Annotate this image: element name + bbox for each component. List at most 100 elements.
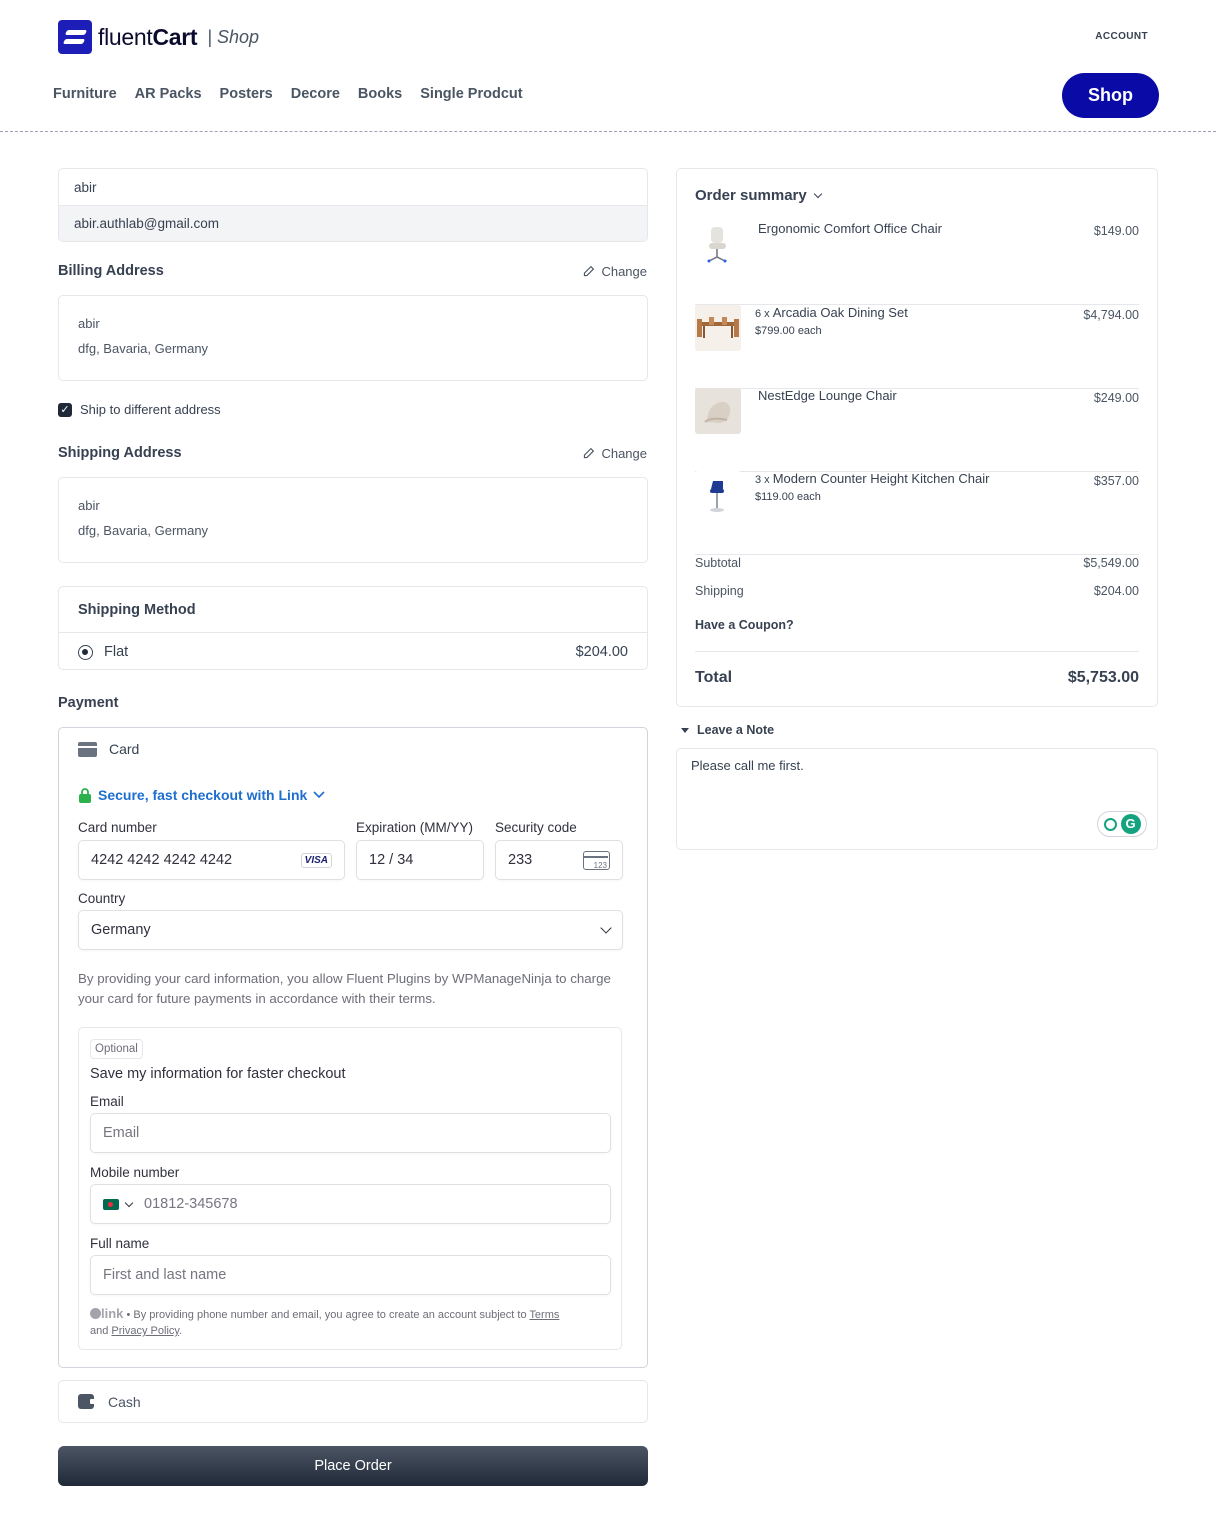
subtotal-row: Subtotal $5,549.00 [695,556,1139,570]
billing-name: abir [78,316,100,331]
card-terms-text: By providing your card information, you … [78,971,611,1006]
country-label: Country [78,891,126,906]
nav-item-single-product[interactable]: Single Prodcut [420,86,522,102]
cash-option[interactable]: Cash [58,1380,648,1423]
billing-change-label: Change [601,264,647,279]
brand-suffix: | Shop [207,26,259,47]
link-brand-label: link [101,1306,124,1321]
shipping-option-price: $204.00 [575,644,628,660]
shipping-change-button[interactable]: Change [582,446,647,461]
card-number-input[interactable]: 4242 4242 4242 4242 VISA [78,840,345,880]
bangladesh-flag-icon[interactable] [103,1198,119,1210]
legal-sentence: • By providing phone number and email, y… [123,1309,530,1321]
shipping-value: $204.00 [1093,584,1139,598]
name-field[interactable]: abir [59,169,647,206]
cvc-value: 233 [508,852,533,868]
item-title: NestEdge Lounge Chair [758,388,897,403]
shipping-address-card[interactable]: abir dfg, Bavaria, Germany [58,477,648,563]
coupon-toggle[interactable]: Have a Coupon? [695,618,794,632]
card-option[interactable]: Card [78,741,139,757]
order-item: 6 x Arcadia Oak Dining Set $799.00 each $… [695,305,1139,389]
country-value: Germany [91,922,151,938]
leave-note-toggle[interactable]: Leave a Note [681,723,774,737]
cvc-label: Security code [495,820,577,835]
total-label: Total [695,669,733,686]
ship-different-checkbox[interactable]: ✓ [58,402,72,417]
nav-item-ar-packs[interactable]: AR Packs [135,86,202,102]
lock-icon [79,787,91,803]
link-legal-text: link • By providing phone number and ema… [90,1306,610,1339]
ship-different-checkbox-row[interactable]: ✓ Ship to different address [58,402,221,417]
nav-item-furniture[interactable]: Furniture [53,86,117,102]
brand-logo[interactable]: fluentCart | Shop [58,20,259,54]
fullname-label: Full name [90,1236,150,1251]
fullname-input[interactable]: First and last name [90,1255,611,1295]
subtotal-label: Subtotal [695,556,741,570]
shipping-option-flat[interactable]: Flat $204.00 [59,633,647,669]
link-save-info-box: Optional Save my information for faster … [78,1027,622,1350]
shipping-label: Shipping [695,584,744,598]
grammarly-widget[interactable]: G [1097,811,1147,837]
billing-change-button[interactable]: Change [582,264,647,279]
item-unit-price: $119.00 each [755,491,821,503]
country-select[interactable]: Germany [78,910,623,950]
item-amount: $149.00 [1093,224,1139,238]
site-header: fluentCart | Shop ACCOUNT Furniture AR P… [0,0,1216,132]
nav-item-decore[interactable]: Decore [291,86,340,102]
card-number-value: 4242 4242 4242 4242 [91,852,233,868]
shop-button[interactable]: Shop [1062,73,1159,118]
shipping-address-title: Shipping Address [58,445,182,461]
terms-link[interactable]: Terms [529,1309,559,1321]
caret-down-icon [681,727,689,733]
card-number-label: Card number [78,820,157,835]
mobile-input[interactable]: 01812-345678 [90,1184,611,1224]
grammarly-icon: G [1120,814,1141,834]
wallet-icon [78,1394,95,1409]
mobile-placeholder: 01812-345678 [144,1196,238,1212]
order-summary-toggle[interactable]: Order summary [695,187,822,204]
item-title: 6 x Arcadia Oak Dining Set [755,305,908,320]
cvc-input[interactable]: 233 123 [495,840,623,880]
privacy-policy-link[interactable]: Privacy Policy [111,1325,179,1337]
fullname-placeholder: First and last name [103,1267,227,1283]
chevron-down-icon [124,1198,134,1207]
legal-end: . [179,1325,183,1337]
link-checkout-toggle[interactable]: Secure, fast checkout with Link [78,787,325,803]
chevron-down-icon [813,189,822,199]
main-nav: Furniture AR Packs Posters Decore Books … [53,86,523,102]
order-item: Ergonomic Comfort Office Chair $149.00 [695,221,1139,305]
kitchen-chair-thumbnail [695,471,741,517]
note-textarea[interactable]: Please call me first. G [676,748,1158,850]
lightbulb-icon [1103,817,1117,831]
expiry-value: 12 / 34 [369,852,414,868]
account-link[interactable]: ACCOUNT [1095,31,1148,42]
office-chair-thumbnail [695,221,741,267]
fluentcart-logo-icon [58,20,92,54]
nav-item-books[interactable]: Books [358,86,402,102]
expiry-input[interactable]: 12 / 34 [356,840,484,880]
lounge-chair-thumbnail [695,388,741,434]
billing-address-title: Billing Address [58,263,164,279]
expiry-label: Expiration (MM/YY) [356,820,474,835]
dining-set-thumbnail [695,305,741,351]
item-amount: $4,794.00 [1083,308,1139,322]
item-title: Ergonomic Comfort Office Chair [758,221,942,236]
link-email-input[interactable]: Email [90,1113,611,1153]
visa-icon: VISA [300,852,332,868]
link-checkout-label: Secure, fast checkout with Link [98,787,308,803]
contact-info: abir abir.authlab@gmail.com [58,168,648,242]
shipping-name: abir [78,498,100,513]
pencil-icon [584,265,595,277]
shipping-radio[interactable] [78,644,93,660]
place-order-button[interactable]: Place Order [58,1446,648,1486]
billing-address-card[interactable]: abir dfg, Bavaria, Germany [58,295,648,381]
link-email-placeholder: Email [103,1125,140,1141]
shipping-row: Shipping $204.00 [695,584,1139,598]
chevron-down-icon [600,922,612,934]
leave-note-title: Leave a Note [697,723,775,737]
order-summary-title: Order summary [695,187,807,204]
email-field: abir.authlab@gmail.com [59,206,647,241]
save-info-title: Save my information for faster checkout [90,1066,346,1082]
shipping-method-box: Shipping Method Flat $204.00 [58,586,648,670]
nav-item-posters[interactable]: Posters [220,86,273,102]
